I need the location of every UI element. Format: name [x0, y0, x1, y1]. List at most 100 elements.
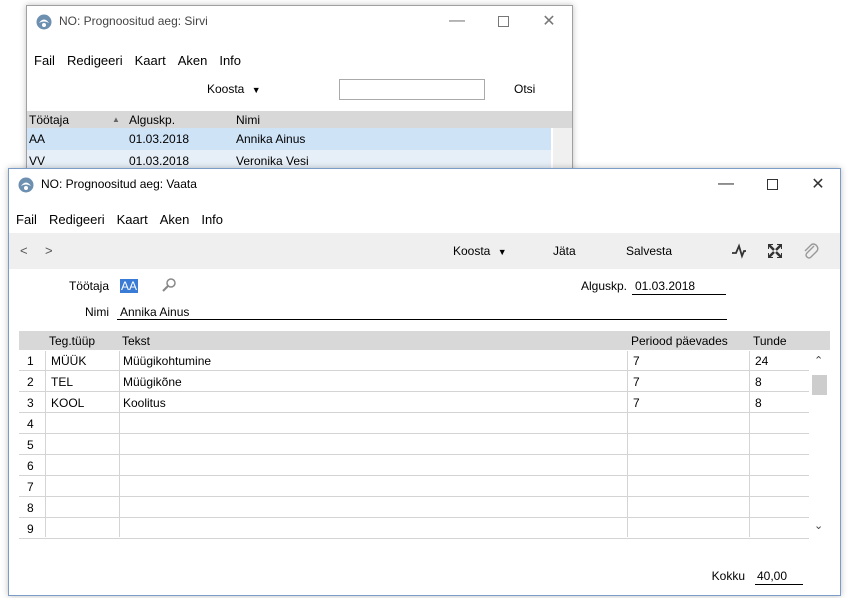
table-row[interactable]: 5 [19, 435, 809, 455]
menu-info[interactable]: Info [213, 53, 247, 68]
start-date-underline [632, 294, 726, 295]
row-name: Annika Ainus [236, 132, 306, 146]
table-row[interactable]: 9 [19, 519, 809, 539]
save-button[interactable]: Salvesta [626, 244, 672, 258]
row-number: 1 [27, 354, 34, 368]
row-text[interactable]: Müügikõne [123, 375, 182, 389]
search-button[interactable]: Otsi [514, 82, 535, 96]
collect-label: Koosta [453, 244, 491, 258]
table-row[interactable]: 2 TEL Müügikõne 7 8 [19, 372, 809, 392]
row-period[interactable]: 7 [633, 396, 640, 410]
search-input[interactable] [339, 79, 485, 100]
row-name: Veronika Vesi [236, 154, 309, 168]
column-header-period: Periood päevades [631, 334, 728, 348]
search-icon[interactable] [161, 277, 177, 293]
attachment-icon[interactable] [801, 241, 821, 261]
column-header-activity-type: Teg.tüüp [49, 334, 96, 348]
column-header-start-date[interactable]: Alguskp. [129, 113, 175, 127]
collect-dropdown[interactable]: Koosta ▼ [207, 82, 261, 96]
table-row[interactable]: 6 [19, 456, 809, 476]
row-text[interactable]: Koolitus [123, 396, 166, 410]
row-activity-type[interactable]: TEL [51, 375, 73, 389]
menu-fail[interactable]: Fail [9, 212, 43, 227]
close-button[interactable]: ✕ [795, 169, 840, 199]
row-code: AA [29, 132, 46, 146]
browse-window-title: NO: Prognoositud aeg: Sirvi [59, 14, 208, 28]
menu-info[interactable]: Info [195, 212, 229, 227]
chevron-down-icon: ▼ [251, 85, 261, 95]
row-number: 3 [27, 396, 34, 410]
next-record-button[interactable]: > [45, 243, 53, 258]
menu-aken[interactable]: Aken [154, 212, 196, 227]
column-header-employee[interactable]: Töötaja [29, 113, 69, 127]
collect-dropdown[interactable]: Koosta ▼ [453, 244, 507, 258]
activity-icon[interactable] [729, 241, 749, 261]
name-field[interactable]: Annika Ainus [120, 305, 189, 319]
start-date-label: Alguskp. [580, 279, 627, 293]
chevron-up-icon[interactable]: ⌃ [814, 354, 823, 367]
previous-record-button[interactable]: < [20, 243, 28, 258]
row-date: 01.03.2018 [129, 154, 190, 168]
column-header-text: Tekst [122, 334, 151, 348]
view-window-title: NO: Prognoositud aeg: Vaata [41, 177, 197, 191]
row-activity-type[interactable]: MÜÜK [51, 354, 86, 368]
browse-window[interactable]: NO: Prognoositud aeg: Sirvi — ✕ Fail Red… [26, 5, 573, 195]
row-text[interactable]: Müügikohtumine [123, 354, 211, 368]
chevron-down-icon[interactable]: ⌄ [814, 519, 823, 532]
view-titlebar[interactable]: NO: Prognoositud aeg: Vaata — ✕ [9, 169, 840, 199]
table-row[interactable]: AA 01.03.2018 Annika Ainus [27, 128, 551, 150]
row-number: 2 [27, 375, 34, 389]
table-row[interactable]: 7 [19, 477, 809, 497]
app-logo-icon [36, 14, 52, 30]
row-number: 5 [27, 438, 34, 452]
minimize-icon: — [718, 175, 734, 192]
start-date-field[interactable]: 01.03.2018 [635, 279, 695, 293]
total-underline [755, 584, 803, 585]
menu-redigeeri[interactable]: Redigeeri [61, 53, 129, 68]
row-number: 7 [27, 480, 34, 494]
row-hours[interactable]: 8 [755, 375, 762, 389]
expand-icon[interactable] [765, 241, 785, 261]
row-period[interactable]: 7 [633, 354, 640, 368]
row-activity-type[interactable]: KOOL [51, 396, 84, 410]
minimize-button[interactable]: — [703, 169, 749, 199]
row-hours[interactable]: 24 [755, 354, 768, 368]
close-button[interactable]: ✕ [526, 6, 572, 36]
chevron-down-icon: ▼ [497, 247, 507, 257]
column-header-name[interactable]: Nimi [236, 113, 260, 127]
row-date: 01.03.2018 [129, 132, 190, 146]
employee-label: Töötaja [68, 279, 109, 293]
grid-scrollbar[interactable]: ⌃ ⌄ [810, 351, 830, 537]
close-icon: ✕ [811, 176, 825, 193]
maximize-button[interactable] [480, 6, 526, 36]
row-number: 9 [27, 522, 34, 536]
total-label: Kokku [711, 569, 745, 583]
menu-redigeeri[interactable]: Redigeeri [43, 212, 111, 227]
menu-kaart[interactable]: Kaart [129, 53, 172, 68]
close-icon: ✕ [542, 13, 556, 30]
scrollbar-thumb[interactable] [812, 375, 827, 395]
maximize-icon [497, 15, 509, 27]
app-logo-icon [18, 177, 34, 193]
menu-kaart[interactable]: Kaart [111, 212, 154, 227]
name-underline [117, 319, 727, 320]
row-number: 8 [27, 501, 34, 515]
row-period[interactable]: 7 [633, 375, 640, 389]
menu-fail[interactable]: Fail [27, 53, 61, 68]
total-value: 40,00 [757, 569, 788, 583]
menu-aken[interactable]: Aken [172, 53, 214, 68]
maximize-button[interactable] [749, 169, 795, 199]
table-row[interactable]: 3 KOOL Koolitus 7 8 [19, 393, 809, 413]
view-window[interactable]: NO: Prognoositud aeg: Vaata — ✕ Fail Red… [8, 168, 841, 596]
table-row[interactable]: 4 [19, 414, 809, 434]
employee-field[interactable]: AA [120, 279, 139, 293]
table-row[interactable]: 1 MÜÜK Müügikohtumine 7 24 [19, 351, 809, 371]
row-hours[interactable]: 8 [755, 396, 762, 410]
browse-titlebar[interactable]: NO: Prognoositud aeg: Sirvi — ✕ [27, 6, 572, 36]
browse-menubar: Fail Redigeeri Kaart Aken Info [27, 50, 572, 70]
table-row[interactable]: 8 [19, 498, 809, 518]
browse-table-header: Töötaja ▲ Alguskp. Nimi [27, 111, 572, 128]
minimize-button[interactable]: — [434, 6, 480, 36]
discard-button[interactable]: Jäta [553, 244, 576, 258]
sort-ascending-icon: ▲ [112, 115, 120, 124]
